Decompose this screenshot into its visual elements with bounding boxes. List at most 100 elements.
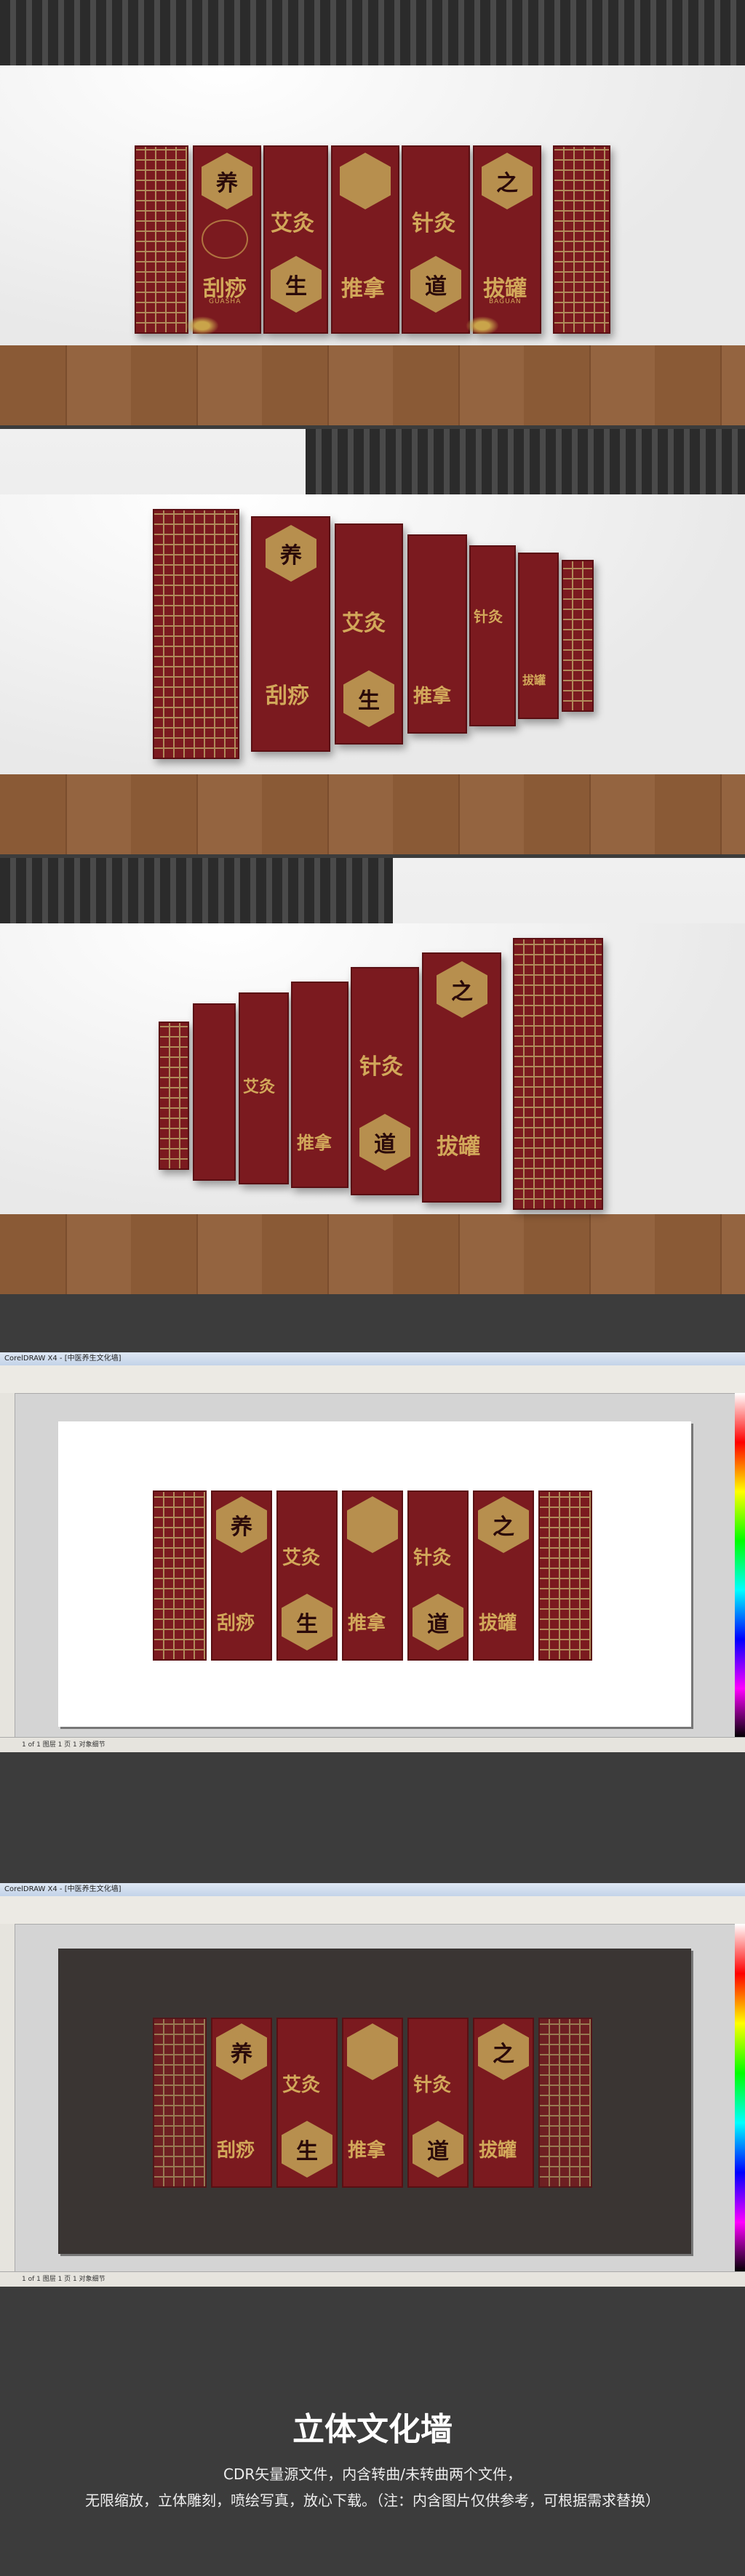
panel-zhi-baguan: 之 拔罐 (473, 2018, 534, 2188)
char-dao: 道 (427, 1612, 449, 1637)
panel-aijiu-sheng: 艾灸 (239, 992, 289, 1184)
hex-sheng: 生 (271, 256, 322, 313)
editor-titlebar: CorelDRAW X4 - [中医养生文化墙] (0, 1352, 745, 1365)
text-baguan-en: BAGUAN (489, 298, 522, 305)
panel-yang-guasha: 养 刮痧 (211, 1490, 272, 1661)
panel-tuina: 推拿 (342, 1490, 403, 1661)
panel-zhi-baguan: 之 拔罐 (422, 952, 501, 1203)
text-guasha-en: GUASHA (209, 298, 242, 305)
hex-dao: 道 (410, 256, 461, 313)
render-front-view: 养 刮痧 GUASHA 艾灸 生 推拿 针灸 道 之 拔罐 BAGUAN (0, 0, 745, 425)
panel-aijiu-sheng: 艾灸 生 (276, 2018, 338, 2188)
char-sheng: 生 (285, 274, 307, 300)
hex-yang: 养 (216, 2023, 267, 2080)
text-baguan: 拔罐 (479, 1613, 517, 1634)
editor-toolbox[interactable] (0, 1393, 15, 1738)
text-zhenjiu: 针灸 (359, 1054, 403, 1080)
canvas-page[interactable]: 养 刮痧 艾灸 生 推拿 针灸 道 之 拔罐 (58, 1949, 691, 2254)
text-aijiu: 艾灸 (342, 611, 386, 636)
text-guasha: 刮痧 (266, 683, 309, 709)
char-sheng: 生 (296, 1612, 318, 1637)
hex-zhi: 之 (482, 153, 533, 209)
wood-floor (0, 345, 745, 425)
bamboo-ornament (186, 316, 219, 335)
editor-statusbar: 1 of 1 图层 1 页 1 对象细节 (0, 1737, 745, 1752)
hex-zhi: 之 (478, 2023, 529, 2080)
panel-zhi-baguan: 之 拔罐 BAGUAN (473, 145, 541, 334)
hex-dao: 道 (413, 1594, 463, 1650)
text-guasha: 刮痧 (217, 1613, 255, 1634)
hex-zhi: 之 (437, 961, 487, 1018)
panel-zhi-baguan: 之 拔罐 (473, 1490, 534, 1661)
char-yang: 养 (231, 2042, 252, 2067)
panel-yang-guasha (193, 1003, 236, 1181)
editor-statusbar: 1 of 1 图层 1 页 1 对象细节 (0, 2271, 745, 2287)
separator (0, 1294, 745, 1352)
panel-aijiu-sheng: 艾灸 生 (335, 523, 403, 745)
panel-zhenjiu-dao: 针灸 道 (402, 145, 470, 334)
separator (0, 1752, 745, 1883)
render-right-perspective: 艾灸 推拿 针灸 道 之 拔罐 (0, 858, 745, 1294)
lattice-panel-left (135, 145, 188, 334)
text-tuina: 推拿 (297, 1132, 332, 1153)
editor-window-light: CorelDRAW X4 - [中医养生文化墙] 养 刮痧 艾灸 生 推拿 针灸… (0, 1352, 745, 1752)
hex-yang: 养 (266, 525, 316, 582)
lattice-panel-left (153, 509, 239, 759)
footer-description: CDR矢量源文件，内含转曲/未转曲两个文件， 无限缩放，立体雕刻，喷绘写真，放心… (0, 2461, 745, 2513)
hex-dao: 道 (413, 2121, 463, 2178)
text-zhenjiu: 针灸 (413, 1547, 452, 1569)
panel-zhenjiu-dao: 针灸 (469, 545, 516, 726)
lattice-panel-right (553, 145, 610, 334)
lattice-panel-right (538, 1490, 592, 1661)
render-left-perspective: 养 刮痧 艾灸 生 推拿 针灸 拔罐 (0, 429, 745, 854)
footer-line-2: 无限缩放，立体雕刻，喷绘写真，放心下载。（注：内含图片仅供参考，可根据需求替换） (85, 2492, 660, 2509)
editor-toolbar[interactable] (0, 1365, 745, 1394)
char-yang: 养 (216, 171, 238, 196)
text-aijiu: 艾灸 (282, 2074, 321, 2096)
char-zhi: 之 (451, 979, 473, 1005)
lattice-panel-left (153, 1490, 207, 1661)
text-baguan: 拔罐 (522, 673, 546, 687)
editor-titlebar: CorelDRAW X4 - [中医养生文化墙] (0, 1883, 745, 1896)
panel-zhenjiu-dao: 针灸 道 (407, 2018, 469, 2188)
panel-yang-guasha: 养 刮痧 (211, 2018, 272, 2188)
lattice-panel-right (538, 2018, 592, 2188)
editor-toolbox[interactable] (0, 1924, 15, 2272)
text-guasha: 刮痧 (217, 2140, 255, 2162)
color-palette[interactable] (735, 1924, 745, 2272)
lattice-panel-right (513, 938, 603, 1210)
hex-tuina-top (340, 153, 391, 209)
panel-zhenjiu-dao: 针灸 道 (407, 1490, 469, 1661)
panel-zhenjiu-dao: 针灸 道 (351, 967, 419, 1195)
hex-sheng: 生 (343, 670, 394, 727)
char-zhi: 之 (493, 2042, 514, 2067)
hex-yang: 养 (202, 153, 252, 209)
canvas-page[interactable]: 养 刮痧 艾灸 生 推拿 针灸 道 之 拔罐 (58, 1421, 691, 1727)
hex-zhi: 之 (478, 1496, 529, 1553)
panel-aijiu-sheng: 艾灸 生 (276, 1490, 338, 1661)
char-dao: 道 (374, 1132, 396, 1157)
color-palette[interactable] (735, 1393, 745, 1738)
text-zhenjiu: 针灸 (413, 2074, 452, 2096)
hex-tuina-top (347, 1496, 398, 1553)
text-tuina: 推拿 (348, 1613, 386, 1634)
char-zhi: 之 (493, 1514, 514, 1540)
editor-window-dark: CorelDRAW X4 - [中医养生文化墙] 养 刮痧 艾灸 生 推拿 针灸… (0, 1883, 745, 2287)
panel-yang-guasha: 养 刮痧 GUASHA (193, 145, 261, 334)
text-zhenjiu: 针灸 (474, 608, 503, 625)
panel-tuina: 推拿 (407, 534, 467, 734)
footer-title: 立体文化墙 (292, 2411, 453, 2448)
char-yang: 养 (231, 1514, 252, 1540)
char-yang: 养 (280, 543, 302, 569)
text-baguan: 拔罐 (437, 1134, 480, 1160)
panel-zhi-baguan: 拔罐 (518, 553, 559, 719)
bamboo-ornament (466, 316, 499, 335)
editor-toolbar[interactable] (0, 1896, 745, 1925)
panel-tuina: 推拿 (342, 2018, 403, 2188)
panel-aijiu-sheng: 艾灸 生 (263, 145, 328, 334)
char-dao: 道 (425, 274, 447, 300)
lattice-panel-left (159, 1022, 189, 1170)
panel-tuina: 推拿 (291, 982, 348, 1188)
hex-tuina-top (347, 2023, 398, 2080)
panel-yang-guasha: 养 刮痧 (251, 516, 330, 752)
